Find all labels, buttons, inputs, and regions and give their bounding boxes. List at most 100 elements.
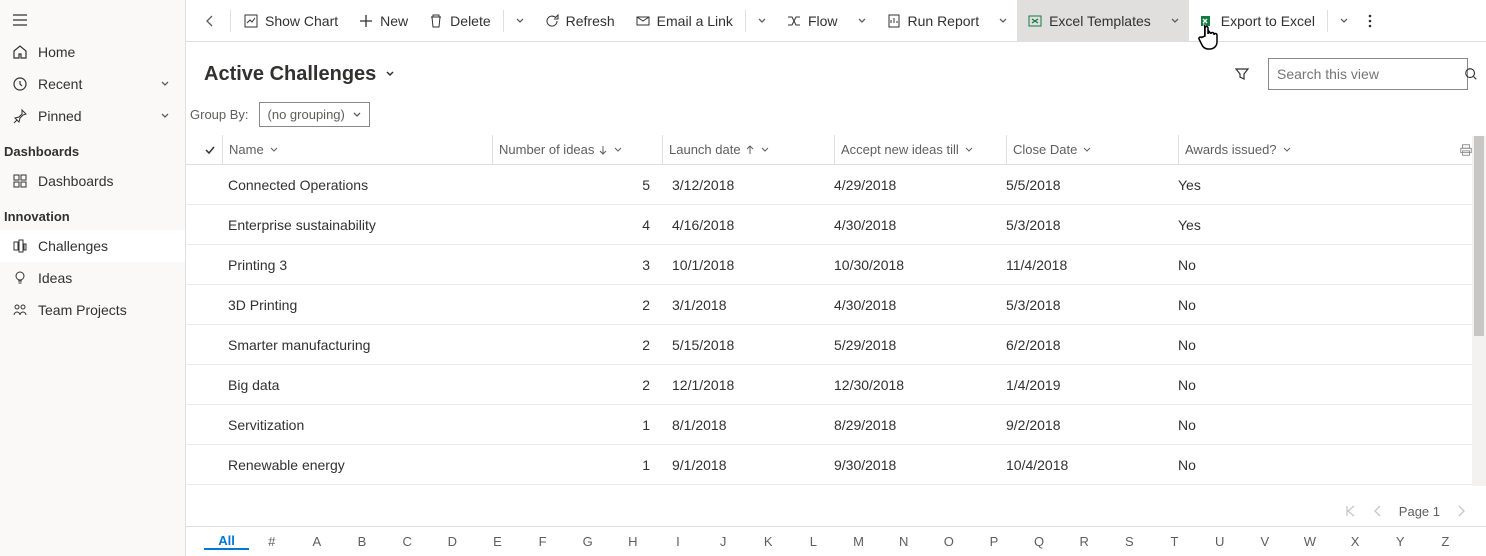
flow-button[interactable]: Flow bbox=[776, 0, 848, 41]
table-row[interactable]: Smarter manufacturing25/15/20185/29/2018… bbox=[186, 325, 1486, 365]
email-dropdown[interactable] bbox=[748, 0, 776, 41]
grid-body[interactable]: Connected Operations53/12/20184/29/20185… bbox=[186, 165, 1486, 495]
alpha-m[interactable]: M bbox=[836, 534, 881, 549]
alpha-#[interactable]: # bbox=[249, 534, 294, 549]
alpha-all[interactable]: All bbox=[204, 533, 249, 550]
alpha-i[interactable]: I bbox=[655, 534, 700, 549]
alpha-r[interactable]: R bbox=[1062, 534, 1107, 549]
table-row[interactable]: Enterprise sustainability44/16/20184/30/… bbox=[186, 205, 1486, 245]
alpha-a[interactable]: A bbox=[294, 534, 339, 549]
run-report-button[interactable]: Run Report bbox=[876, 0, 990, 41]
column-awards[interactable]: Awards issued? bbox=[1178, 135, 1348, 164]
alpha-n[interactable]: N bbox=[881, 534, 926, 549]
column-launch-date[interactable]: Launch date bbox=[662, 135, 834, 164]
alpha-j[interactable]: J bbox=[701, 534, 746, 549]
scrollbar-thumb[interactable] bbox=[1474, 136, 1484, 336]
chevron-down-icon bbox=[351, 109, 363, 121]
alpha-w[interactable]: W bbox=[1287, 534, 1332, 549]
sidebar-item-pinned[interactable]: Pinned bbox=[0, 100, 185, 132]
cell-number-of-ideas: 1 bbox=[516, 457, 656, 473]
sidebar-item-team-projects[interactable]: Team Projects bbox=[0, 294, 185, 326]
cell-accept-until: 4/29/2018 bbox=[828, 177, 1000, 193]
cmd-label: Email a Link bbox=[657, 13, 733, 29]
excel-icon bbox=[1027, 13, 1043, 29]
table-row[interactable]: Servitization18/1/20188/29/20189/2/2018N… bbox=[186, 405, 1486, 445]
filter-button[interactable] bbox=[1230, 62, 1254, 86]
cell-accept-until: 4/30/2018 bbox=[828, 297, 1000, 313]
select-all-checkbox[interactable] bbox=[198, 143, 222, 157]
alpha-o[interactable]: O bbox=[926, 534, 971, 549]
alpha-s[interactable]: S bbox=[1107, 534, 1152, 549]
excel-templates-dropdown[interactable] bbox=[1161, 0, 1189, 41]
alpha-q[interactable]: Q bbox=[1017, 534, 1062, 549]
search-input[interactable] bbox=[1277, 66, 1458, 82]
sidebar-item-ideas[interactable]: Ideas bbox=[0, 262, 185, 294]
view-selector[interactable]: Active Challenges bbox=[204, 63, 396, 86]
alpha-v[interactable]: V bbox=[1242, 534, 1287, 549]
excel-templates-button[interactable]: Excel Templates bbox=[1017, 0, 1161, 41]
show-chart-button[interactable]: Show Chart bbox=[233, 0, 348, 41]
column-number-of-ideas[interactable]: Number of ideas bbox=[492, 135, 662, 164]
next-page-button[interactable] bbox=[1454, 504, 1468, 518]
overflow-button[interactable] bbox=[1358, 13, 1382, 29]
table-row[interactable]: 3D Printing23/1/20184/30/20185/3/2018No bbox=[186, 285, 1486, 325]
alpha-l[interactable]: L bbox=[791, 534, 836, 549]
table-row[interactable]: Big data212/1/201812/30/20181/4/2019No bbox=[186, 365, 1486, 405]
search-box[interactable] bbox=[1268, 58, 1468, 90]
column-accept-until[interactable]: Accept new ideas till bbox=[834, 135, 1006, 164]
alpha-y[interactable]: Y bbox=[1378, 534, 1423, 549]
col-label: Accept new ideas till bbox=[841, 142, 959, 157]
cmd-label: Export to Excel bbox=[1221, 13, 1315, 29]
cell-name: Connected Operations bbox=[222, 177, 516, 193]
scrollbar[interactable] bbox=[1472, 136, 1486, 486]
excel-export-icon bbox=[1199, 13, 1215, 29]
alpha-g[interactable]: G bbox=[565, 534, 610, 549]
sidebar-item-challenges[interactable]: Challenges bbox=[0, 230, 185, 262]
cell-launch-date: 9/1/2018 bbox=[656, 457, 828, 473]
first-page-button[interactable] bbox=[1343, 504, 1357, 518]
home-icon bbox=[12, 44, 28, 60]
back-button[interactable] bbox=[192, 0, 228, 41]
refresh-button[interactable]: Refresh bbox=[534, 0, 625, 41]
hamburger-button[interactable] bbox=[0, 4, 185, 36]
alpha-t[interactable]: T bbox=[1152, 534, 1197, 549]
new-button[interactable]: New bbox=[348, 0, 418, 41]
divider bbox=[745, 10, 746, 32]
alpha-d[interactable]: D bbox=[430, 534, 475, 549]
cell-name: Big data bbox=[222, 377, 516, 393]
table-row[interactable]: Connected Operations53/12/20184/29/20185… bbox=[186, 165, 1486, 205]
export-excel-dropdown[interactable] bbox=[1330, 0, 1358, 41]
table-row[interactable]: Printing 3310/1/201810/30/201811/4/2018N… bbox=[186, 245, 1486, 285]
column-close-date[interactable]: Close Date bbox=[1006, 135, 1178, 164]
table-row[interactable]: Renewable energy19/1/20189/30/201810/4/2… bbox=[186, 445, 1486, 485]
sidebar-item-recent[interactable]: Recent bbox=[0, 68, 185, 100]
delete-dropdown[interactable] bbox=[506, 0, 534, 41]
alpha-u[interactable]: U bbox=[1197, 534, 1242, 549]
email-link-button[interactable]: Email a Link bbox=[625, 0, 743, 41]
alpha-h[interactable]: H bbox=[610, 534, 655, 549]
alpha-x[interactable]: X bbox=[1333, 534, 1378, 549]
flow-dropdown[interactable] bbox=[848, 0, 876, 41]
flow-icon bbox=[786, 13, 802, 29]
chevron-down-icon bbox=[159, 78, 173, 90]
alpha-z[interactable]: Z bbox=[1423, 534, 1468, 549]
alpha-b[interactable]: B bbox=[339, 534, 384, 549]
report-icon bbox=[886, 13, 902, 29]
column-name[interactable]: Name bbox=[222, 135, 492, 164]
cell-name: 3D Printing bbox=[222, 297, 516, 313]
run-report-dropdown[interactable] bbox=[989, 0, 1017, 41]
alpha-k[interactable]: K bbox=[746, 534, 791, 549]
sidebar-item-label: Ideas bbox=[38, 270, 173, 286]
alpha-c[interactable]: C bbox=[385, 534, 430, 549]
sidebar-item-dashboards[interactable]: Dashboards bbox=[0, 165, 185, 197]
export-excel-button[interactable]: Export to Excel bbox=[1189, 0, 1325, 41]
prev-page-button[interactable] bbox=[1371, 504, 1385, 518]
alpha-e[interactable]: E bbox=[475, 534, 520, 549]
sidebar-item-home[interactable]: Home bbox=[0, 36, 185, 68]
groupby-select[interactable]: (no grouping) bbox=[259, 102, 370, 127]
chevron-down-icon bbox=[1281, 144, 1293, 156]
delete-button[interactable]: Delete bbox=[418, 0, 500, 41]
alpha-f[interactable]: F bbox=[520, 534, 565, 549]
plus-icon bbox=[358, 13, 374, 29]
alpha-p[interactable]: P bbox=[971, 534, 1016, 549]
